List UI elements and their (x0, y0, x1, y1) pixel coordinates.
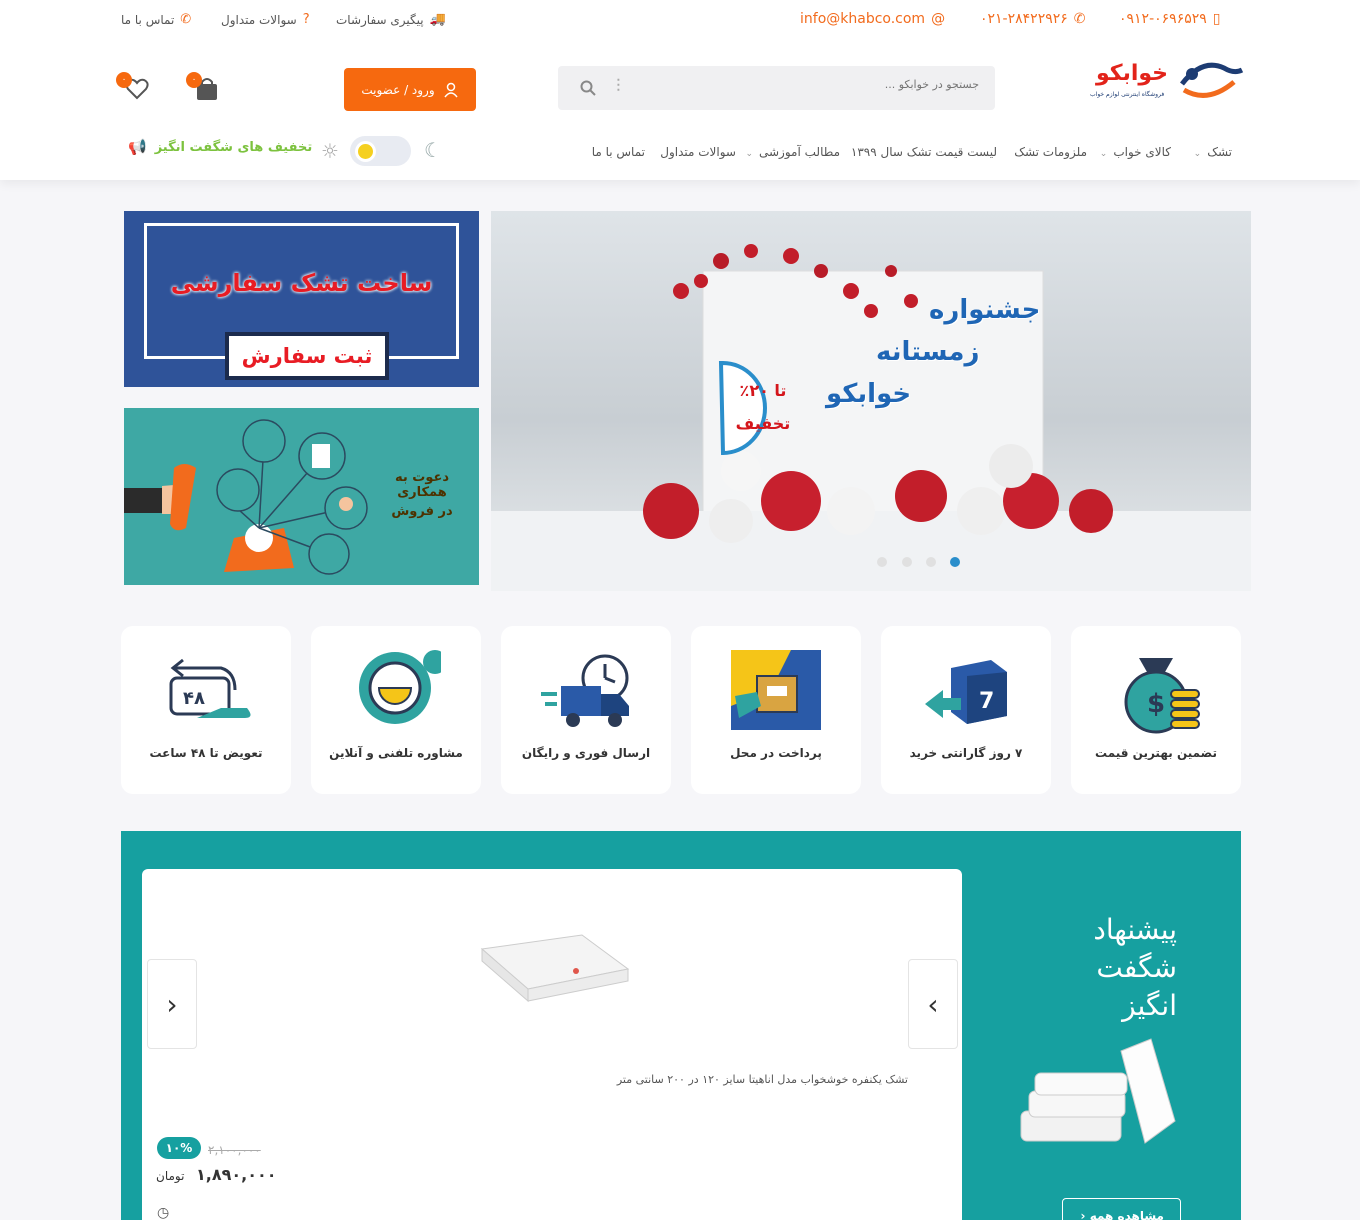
slider-dot-1[interactable] (877, 557, 887, 567)
feature-label: ارسال فوری و رایگان (521, 746, 651, 760)
svg-text:7: 7 (979, 689, 994, 714)
nav-item-mattress[interactable]: تشک⌄ (1194, 145, 1232, 159)
nav-item-contact[interactable]: تماس با ما (592, 145, 645, 159)
mobile-number[interactable]: ۰۹۱۲-۰۶۹۶۵۲۹ ▯ (1119, 11, 1221, 27)
wishlist-button[interactable]: ۰ (116, 72, 150, 102)
nav-item-articles[interactable]: مطالب آموزشی⌄ (745, 145, 840, 159)
moon-icon[interactable]: ☾ (424, 138, 442, 162)
slider-badge-top: تا ۲۰٪ (739, 381, 787, 400)
cooperation-line-2: در فروش (391, 504, 453, 519)
feature-cash-on-delivery[interactable]: پرداخت در محل (691, 626, 861, 794)
old-price: ۲,۱۰۰,۰۰۰ (208, 1143, 261, 1157)
nav-item-faq[interactable]: سوالات متداول (660, 145, 736, 159)
mobile-icon: ▯ (1212, 11, 1221, 27)
exchange-48-icon: ۴۸ (169, 658, 251, 718)
contact-link[interactable]: ✆ تماس با ما (121, 12, 191, 27)
nav-item-price-list[interactable]: لیست قیمت تشک سال ۱۳۹۹ (851, 145, 997, 159)
custom-mattress-title: ساخت تشک سفارشی (170, 269, 433, 297)
login-button[interactable]: ورود / عضویت (344, 68, 476, 111)
user-icon (444, 82, 458, 97)
chevron-down-icon: ⌄ (745, 149, 753, 159)
slider-prev-button[interactable]: ‹ (908, 959, 958, 1049)
email-link[interactable]: info@khabco.com @ (800, 11, 945, 27)
megaphone-icon: 📢 (128, 138, 147, 156)
order-tracking-link[interactable]: 🚚 پیگیری سفارشات (336, 12, 446, 27)
product-image (480, 934, 630, 1003)
cooperation-banner[interactable]: دعوت به همکاری در فروش (124, 408, 479, 585)
nav-item-sleep-goods[interactable]: کالای خواب⌄ (1100, 145, 1171, 159)
filter-icon[interactable]: ⫶ (616, 76, 621, 97)
custom-mattress-banner[interactable]: ساخت تشک سفارشی ثبت سفارش (124, 211, 479, 387)
slider-title-2: زمستانه (876, 337, 980, 367)
search-icon[interactable] (580, 80, 596, 96)
order-button[interactable]: ثبت سفارش (225, 332, 389, 380)
return-box-icon: 7 (925, 660, 1007, 724)
feature-label: ۷ روز گارانتی خرید (909, 746, 1023, 760)
chevron-left-icon: ‹ (927, 987, 939, 1021)
nav-item-mattress-accessories[interactable]: ملزومات تشک (1014, 145, 1087, 159)
slider-dot-3[interactable] (926, 557, 936, 567)
chevron-down-icon: ⌄ (1193, 149, 1202, 159)
slider-title-3: خوابکو (826, 379, 912, 409)
feature-label: تعویض تا ۴۸ ساعت (149, 746, 263, 760)
phone-icon: ✆ (1073, 11, 1086, 27)
faq-link[interactable]: ? سوالات متداول (221, 12, 310, 27)
chevron-right-icon: › (166, 987, 178, 1021)
chevron-down-icon: ⌄ (1099, 149, 1108, 159)
product-name[interactable]: تشک یکنفره خوشخواب مدل اناهیتا سایز ۱۲۰ … (617, 1073, 908, 1086)
theme-toggle[interactable] (350, 136, 411, 166)
discount-badge: ۱۰% (157, 1137, 201, 1159)
feature-consulting[interactable]: مشاوره تلفنی و آنلاین (311, 626, 481, 794)
chevron-left-icon: ‹ (1080, 1209, 1086, 1220)
see-all-button[interactable]: مشاهده همه ‹ (1062, 1198, 1181, 1220)
search-input[interactable] (679, 78, 979, 91)
wishlist-count-badge: ۰ (116, 72, 132, 88)
cash-on-delivery-icon (731, 650, 821, 730)
feature-free-shipping[interactable]: ارسال فوری و رایگان (501, 626, 671, 794)
amazing-offer-section: پیشنهاد شگفت انگیز مشاهده همه ‹ › ‹ تشک … (121, 831, 1241, 1220)
at-icon: @ (931, 11, 946, 27)
feature-48h-exchange[interactable]: ۴۸ تعویض تا ۴۸ ساعت (121, 626, 291, 794)
amazing-offers-link[interactable]: تخفیف های شگفت انگیز 📢 (128, 138, 312, 156)
feature-label: پرداخت در محل (730, 746, 822, 760)
svg-text:$: $ (1147, 689, 1165, 719)
phone-number[interactable]: ۰۲۱-۲۸۴۲۲۹۲۶ ✆ (980, 11, 1086, 27)
svg-text:۴۸: ۴۸ (183, 688, 205, 709)
cart-count-badge: ۰ (186, 72, 202, 88)
search-bar: ⫶ (558, 66, 995, 110)
feature-best-price[interactable]: $ تضمین بهترین قیمت (1071, 626, 1241, 794)
toggle-knob (358, 144, 373, 159)
logo-text: خوابکو (1095, 61, 1168, 86)
cart-button[interactable]: ۰ (186, 72, 220, 102)
logo-tagline: فروشگاه اینترنتی لوازم خواب (1090, 90, 1164, 98)
slider-next-button[interactable]: › (147, 959, 197, 1049)
hero-slider[interactable]: تا ۲۰٪ تخفیف جشنواره زمستانه خوابکو (491, 211, 1251, 591)
product-price: ۱,۸۹۰,۰۰۰ تومان (156, 1165, 277, 1184)
mattress-stack-image (1020, 1038, 1176, 1144)
logo-mark: خوابکو فروشگاه اینترنتی لوازم خواب (1090, 61, 1244, 98)
money-bag-icon: $ (1124, 658, 1200, 734)
phone-icon: ✆ (180, 12, 192, 27)
feature-7-day-warranty[interactable]: 7 ۷ روز گارانتی خرید (881, 626, 1051, 794)
question-icon: ? (302, 12, 310, 27)
clock-icon: ◷ (157, 1205, 170, 1220)
slider-dot-4-active[interactable] (950, 557, 960, 567)
feature-label: تضمین بهترین قیمت (1094, 746, 1218, 760)
truck-icon: 🚚 (429, 12, 446, 27)
offer-title: پیشنهاد شگفت انگیز (1093, 913, 1177, 1022)
fast-truck-icon (541, 654, 629, 727)
product-card[interactable]: › ‹ تشک یکنفره خوشخواب مدل اناهیتا سایز … (142, 869, 962, 1220)
sun-icon[interactable]: ☼ (321, 139, 339, 163)
slider-title-1: جشنواره (929, 295, 1041, 325)
slider-dot-2[interactable] (902, 557, 912, 567)
slider-badge-bottom: تخفیف (735, 414, 791, 433)
logo[interactable]: خوابکو فروشگاه اینترنتی لوازم خواب (1084, 48, 1248, 106)
cooperation-line-1: دعوت به همکاری (394, 470, 450, 500)
consulting-icon (359, 650, 441, 724)
feature-label: مشاوره تلفنی و آنلاین (329, 746, 463, 760)
